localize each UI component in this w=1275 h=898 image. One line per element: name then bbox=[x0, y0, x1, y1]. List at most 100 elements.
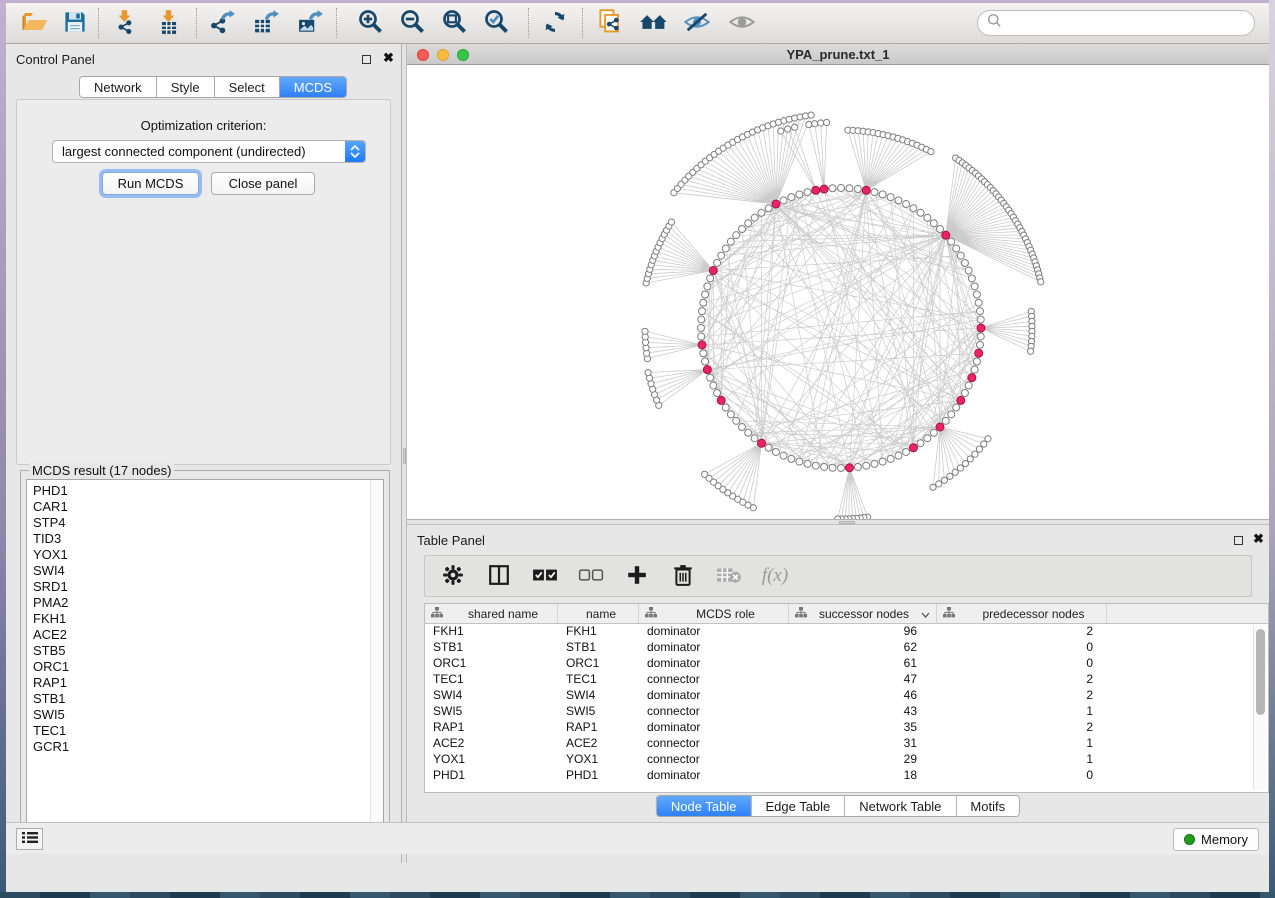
mcds-result-item[interactable]: TID3 bbox=[27, 531, 383, 547]
tab-mcds[interactable]: MCDS bbox=[280, 77, 346, 97]
table-cell[interactable]: 43 bbox=[789, 704, 937, 720]
hide-selected-button[interactable] bbox=[680, 7, 714, 40]
mcds-result-item[interactable]: SWI4 bbox=[27, 563, 383, 579]
zoom-selected-button[interactable] bbox=[480, 7, 514, 40]
zoom-in-button[interactable] bbox=[354, 7, 388, 40]
show-columns-button[interactable] bbox=[485, 562, 513, 590]
table-cell[interactable]: FKH1 bbox=[558, 624, 639, 640]
mcds-result-item[interactable]: SWI5 bbox=[27, 707, 383, 723]
table-cell[interactable]: SWI4 bbox=[425, 688, 558, 704]
export-image-button[interactable] bbox=[294, 7, 328, 40]
table-scrollbar-thumb[interactable] bbox=[1256, 629, 1265, 715]
delete-column-button[interactable] bbox=[669, 562, 697, 590]
table-cell[interactable]: connector bbox=[639, 736, 789, 752]
table-cell[interactable]: dominator bbox=[639, 656, 789, 672]
mcds-result-item[interactable]: FKH1 bbox=[27, 611, 383, 627]
table-row[interactable]: ACE2ACE2connector311 bbox=[425, 736, 1268, 752]
column-header-MCDS-role[interactable]: MCDS role bbox=[639, 604, 789, 623]
table-cell[interactable]: STB1 bbox=[425, 640, 558, 656]
mcds-list-scrollbar[interactable] bbox=[370, 480, 383, 834]
select-all-button[interactable] bbox=[531, 562, 559, 590]
table-cell[interactable]: connector bbox=[639, 752, 789, 768]
table-cell[interactable]: ACE2 bbox=[425, 736, 558, 752]
table-row[interactable]: YOX1YOX1connector291 bbox=[425, 752, 1268, 768]
network-titlebar[interactable]: YPA_prune.txt_1 bbox=[407, 44, 1269, 65]
mcds-result-item[interactable]: ORC1 bbox=[27, 659, 383, 675]
table-row[interactable]: FKH1FKH1dominator962 bbox=[425, 624, 1268, 640]
table-cell[interactable]: connector bbox=[639, 672, 789, 688]
table-row[interactable]: PHD1PHD1dominator180 bbox=[425, 768, 1268, 784]
tab-style[interactable]: Style bbox=[157, 77, 215, 97]
table-cell[interactable]: connector bbox=[639, 704, 789, 720]
settings-button[interactable] bbox=[439, 562, 467, 590]
search-box[interactable] bbox=[977, 10, 1255, 36]
mcds-result-item[interactable]: STP4 bbox=[27, 515, 383, 531]
tab-node-table[interactable]: Node Table bbox=[657, 796, 752, 816]
table-cell[interactable]: 62 bbox=[789, 640, 937, 656]
import-table-button[interactable] bbox=[152, 7, 186, 40]
table-cell[interactable]: ORC1 bbox=[425, 656, 558, 672]
column-header-successor-nodes[interactable]: successor nodes bbox=[789, 604, 937, 623]
table-cell[interactable]: 2 bbox=[937, 688, 1107, 704]
table-row[interactable]: SWI5SWI5connector431 bbox=[425, 704, 1268, 720]
table-cell[interactable]: 46 bbox=[789, 688, 937, 704]
table-cell[interactable]: dominator bbox=[639, 624, 789, 640]
table-cell[interactable]: TEC1 bbox=[425, 672, 558, 688]
mcds-result-list[interactable]: PHD1CAR1STP4TID3YOX1SWI4SRD1PMA2FKH1ACE2… bbox=[26, 479, 384, 835]
mcds-result-item[interactable]: YOX1 bbox=[27, 547, 383, 563]
tab-select[interactable]: Select bbox=[215, 77, 280, 97]
table-cell[interactable]: 2 bbox=[937, 672, 1107, 688]
table-cell[interactable]: RAP1 bbox=[425, 720, 558, 736]
tab-network[interactable]: Network bbox=[80, 77, 157, 97]
mcds-result-item[interactable]: TEC1 bbox=[27, 723, 383, 739]
control-panel-close-icon[interactable]: ✖ bbox=[383, 50, 394, 66]
table-row[interactable]: RAP1RAP1dominator352 bbox=[425, 720, 1268, 736]
table-panel-close-icon[interactable]: ✖ bbox=[1253, 531, 1264, 547]
run-mcds-button[interactable]: Run MCDS bbox=[102, 172, 199, 195]
table-row[interactable]: ORC1ORC1dominator610 bbox=[425, 656, 1268, 672]
control-panel-float-icon[interactable] bbox=[362, 55, 371, 64]
node-table[interactable]: shared namenameMCDS rolesuccessor nodesp… bbox=[424, 603, 1269, 793]
import-network-button[interactable] bbox=[108, 7, 142, 40]
table-cell[interactable]: STB1 bbox=[558, 640, 639, 656]
table-cell[interactable]: SWI5 bbox=[425, 704, 558, 720]
task-history-button[interactable] bbox=[16, 828, 43, 850]
table-cell[interactable]: 2 bbox=[937, 624, 1107, 640]
table-cell[interactable]: 0 bbox=[937, 640, 1107, 656]
mcds-result-item[interactable]: CAR1 bbox=[27, 499, 383, 515]
table-cell[interactable]: 0 bbox=[937, 768, 1107, 784]
table-cell[interactable]: ORC1 bbox=[558, 656, 639, 672]
table-row[interactable]: SWI4SWI4dominator462 bbox=[425, 688, 1268, 704]
table-cell[interactable]: dominator bbox=[639, 688, 789, 704]
table-row[interactable]: STB1STB1dominator620 bbox=[425, 640, 1268, 656]
zoom-out-button[interactable] bbox=[396, 7, 430, 40]
table-scrollbar[interactable] bbox=[1253, 625, 1266, 790]
export-table-button[interactable] bbox=[250, 7, 284, 40]
table-cell[interactable]: 2 bbox=[937, 720, 1107, 736]
table-row[interactable]: TEC1TEC1connector472 bbox=[425, 672, 1268, 688]
open-file-button[interactable] bbox=[18, 7, 52, 40]
table-cell[interactable]: YOX1 bbox=[558, 752, 639, 768]
deselect-all-button[interactable] bbox=[577, 562, 605, 590]
tab-motifs[interactable]: Motifs bbox=[956, 796, 1019, 816]
table-cell[interactable]: SWI5 bbox=[558, 704, 639, 720]
table-cell[interactable]: 31 bbox=[789, 736, 937, 752]
tab-edge-table[interactable]: Edge Table bbox=[751, 796, 845, 816]
mcds-result-item[interactable]: STB5 bbox=[27, 643, 383, 659]
column-header-name[interactable]: name bbox=[558, 604, 639, 623]
column-header-shared-name[interactable]: shared name bbox=[425, 604, 558, 623]
zoom-fit-button[interactable] bbox=[438, 7, 472, 40]
table-cell[interactable]: 18 bbox=[789, 768, 937, 784]
table-cell[interactable]: 1 bbox=[937, 752, 1107, 768]
optimization-criterion-dropdown[interactable]: largest connected component (undirected) bbox=[52, 140, 366, 163]
tab-network-table[interactable]: Network Table bbox=[845, 796, 956, 816]
table-cell[interactable]: 35 bbox=[789, 720, 937, 736]
table-cell[interactable]: PHD1 bbox=[425, 768, 558, 784]
table-cell[interactable]: 29 bbox=[789, 752, 937, 768]
mcds-result-item[interactable]: STB1 bbox=[27, 691, 383, 707]
table-cell[interactable]: 1 bbox=[937, 736, 1107, 752]
table-cell[interactable]: 1 bbox=[937, 704, 1107, 720]
mcds-result-item[interactable]: ACE2 bbox=[27, 627, 383, 643]
table-cell[interactable]: TEC1 bbox=[558, 672, 639, 688]
table-cell[interactable]: dominator bbox=[639, 720, 789, 736]
